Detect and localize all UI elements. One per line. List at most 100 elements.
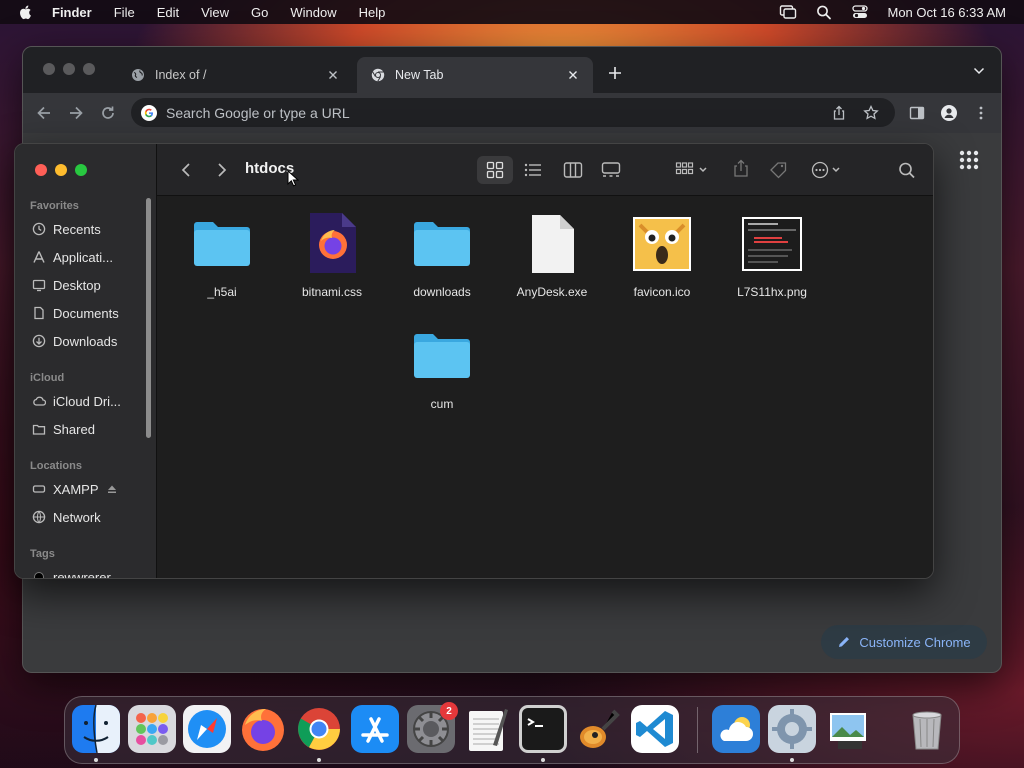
running-indicator <box>94 758 98 762</box>
customize-chrome-button[interactable]: Customize Chrome <box>821 625 987 659</box>
address-bar-input[interactable] <box>166 104 831 121</box>
file-item[interactable]: bitnami.css <box>277 211 387 299</box>
eject-icon[interactable] <box>107 484 117 494</box>
menu-help[interactable]: Help <box>359 5 386 20</box>
omnibox[interactable] <box>131 98 895 127</box>
sidebar-item-shared[interactable]: Shared <box>32 418 152 440</box>
column-view-icon[interactable] <box>563 161 583 179</box>
google-chrome-icon <box>298 708 340 750</box>
sidebar-item-downloads[interactable]: Downloads <box>32 330 152 352</box>
vscode-icon <box>631 705 679 753</box>
spotlight-search-icon[interactable] <box>815 4 833 20</box>
file-name: favicon.ico <box>633 285 691 299</box>
finder-window-controls <box>35 164 87 176</box>
reload-icon[interactable] <box>99 104 117 122</box>
dock-garageband[interactable] <box>575 705 623 753</box>
folder-icon <box>194 222 250 266</box>
close-window-button[interactable] <box>35 164 47 176</box>
menu-file[interactable]: File <box>114 5 135 20</box>
dock-firefox[interactable] <box>239 705 287 753</box>
menu-go[interactable]: Go <box>251 5 268 20</box>
side-panel-icon[interactable] <box>909 105 925 121</box>
menu-bar-clock[interactable]: Mon Oct 16 6:33 AM <box>887 5 1006 20</box>
menu-view[interactable]: View <box>201 5 229 20</box>
dock-app-store[interactable] <box>351 705 399 753</box>
file-item[interactable]: cum <box>387 323 497 411</box>
sidebar-item-icloud-drive[interactable]: iCloud Dri... <box>32 390 152 412</box>
more-actions-icon[interactable] <box>811 161 847 179</box>
back-chevron-icon[interactable] <box>177 161 197 179</box>
search-icon[interactable] <box>897 161 917 179</box>
sidebar-item-documents[interactable]: Documents <box>32 302 152 324</box>
running-indicator <box>790 758 794 762</box>
bookmark-star-icon[interactable] <box>863 104 879 121</box>
new-tab-plus-icon[interactable] <box>607 65 623 81</box>
shared-folder-icon <box>32 424 46 435</box>
control-center-icon[interactable] <box>851 4 869 20</box>
dock-terminal[interactable] <box>519 705 567 753</box>
menu-window[interactable]: Window <box>290 5 336 20</box>
guitar-icon <box>580 709 620 748</box>
dock-preview[interactable] <box>824 705 872 753</box>
dock-trash[interactable] <box>903 705 951 753</box>
google-g-icon <box>141 104 157 121</box>
group-by-icon[interactable] <box>675 161 711 179</box>
list-view-icon[interactable] <box>523 161 543 179</box>
minimize-window-button[interactable] <box>63 63 75 75</box>
forward-chevron-icon[interactable] <box>211 161 231 179</box>
dock-system-preferences[interactable] <box>768 705 816 753</box>
dock-safari[interactable] <box>183 705 231 753</box>
close-window-button[interactable] <box>43 63 55 75</box>
tab-search-chevron-icon[interactable] <box>973 67 985 75</box>
file-item[interactable]: favicon.ico <box>607 211 717 299</box>
file-item[interactable]: downloads <box>387 211 497 299</box>
dock-vscode[interactable] <box>631 705 679 753</box>
sidebar-item-xampp[interactable]: XAMPP <box>32 478 152 500</box>
share-icon[interactable] <box>731 159 751 177</box>
sidebar-scrollbar[interactable] <box>146 198 151 438</box>
dock-launchpad[interactable] <box>128 705 176 753</box>
sidebar-item-applications[interactable]: Applicati... <box>32 246 152 268</box>
folder-icon <box>414 334 470 378</box>
maximize-window-button[interactable] <box>75 164 87 176</box>
dock-weather[interactable] <box>712 705 760 753</box>
profile-avatar-icon[interactable] <box>941 105 957 121</box>
document-icon <box>34 306 44 320</box>
dock-finder[interactable] <box>72 705 120 753</box>
tag-icon[interactable] <box>769 161 789 179</box>
dock-google-chrome[interactable] <box>295 705 343 753</box>
tab-strip: Index of / New Tab <box>23 47 1001 93</box>
maximize-window-button[interactable] <box>83 63 95 75</box>
sidebar-item-recents[interactable]: Recents <box>32 218 152 240</box>
sidebar-item-tag[interactable]: rewwrerer <box>32 566 152 578</box>
close-tab-icon[interactable] <box>567 69 579 81</box>
file-item[interactable]: L7S11hx.png <box>717 211 827 299</box>
sidebar-item-network[interactable]: Network <box>32 506 152 528</box>
clock-icon <box>32 222 46 236</box>
apple-icon[interactable] <box>18 4 34 20</box>
tab-title: New Tab <box>395 68 444 82</box>
google-apps-grid-icon[interactable] <box>959 150 979 170</box>
tab-index-of[interactable]: Index of / <box>117 57 353 93</box>
terminal-icon <box>519 705 567 753</box>
minimize-window-button[interactable] <box>55 164 67 176</box>
icon-view-button[interactable] <box>477 156 513 184</box>
close-tab-icon[interactable] <box>327 69 339 81</box>
forward-arrow-icon[interactable] <box>67 104 85 122</box>
file-item[interactable]: AnyDesk.exe <box>497 211 607 299</box>
sidebar-item-label: Network <box>53 509 101 525</box>
sidebar-item-desktop[interactable]: Desktop <box>32 274 152 296</box>
tab-new-tab[interactable]: New Tab <box>357 57 593 93</box>
blank-document-icon <box>532 215 574 273</box>
menu-edit[interactable]: Edit <box>157 5 179 20</box>
share-icon[interactable] <box>831 105 847 121</box>
dock-textedit[interactable] <box>463 705 511 753</box>
gallery-view-icon[interactable] <box>601 161 621 179</box>
back-arrow-icon[interactable] <box>35 104 53 122</box>
screen-mirroring-icon[interactable] <box>779 4 797 20</box>
file-item[interactable]: _h5ai <box>167 211 277 299</box>
chrome-menu-kebab-icon[interactable] <box>973 105 989 121</box>
menu-finder[interactable]: Finder <box>52 5 92 20</box>
notification-badge: 2 <box>440 702 458 720</box>
icon-grid-icon <box>486 161 504 179</box>
